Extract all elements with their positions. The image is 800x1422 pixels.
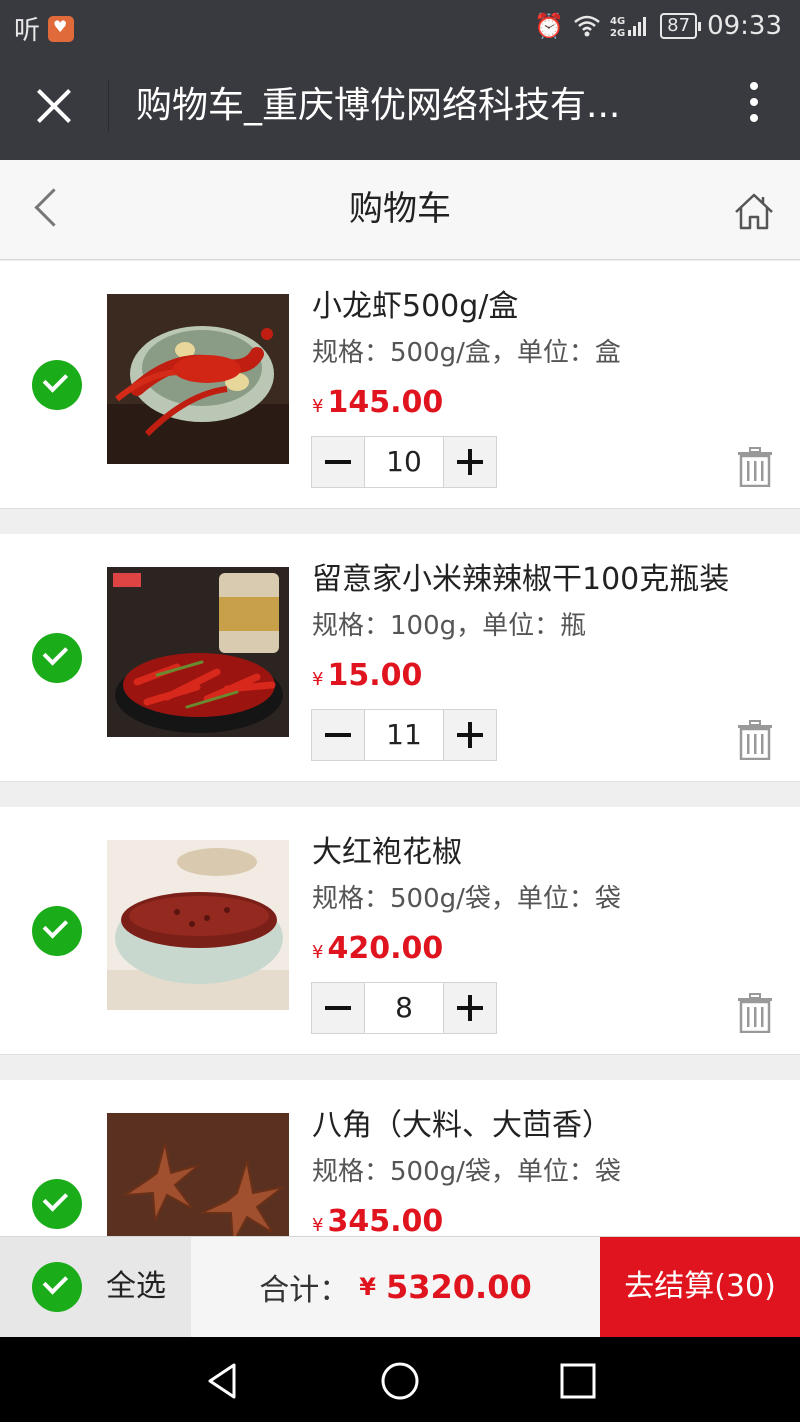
- total-summary: 合计： ¥ 5320.00: [191, 1237, 600, 1337]
- total-amount: 5320.00: [385, 1268, 532, 1306]
- currency-symbol: ¥: [312, 942, 324, 963]
- cart-item: 留意家小米辣辣椒干100克瓶装 规格：100g，单位：瓶 ¥15.00 11: [0, 534, 800, 782]
- item-checkbox[interactable]: [32, 1179, 82, 1229]
- svg-text:2G: 2G: [610, 28, 625, 38]
- product-name[interactable]: 八角（大料、大茴香）: [312, 1106, 612, 1146]
- checkout-button[interactable]: 去结算(30): [600, 1237, 800, 1337]
- recents-square-icon[interactable]: [554, 1357, 602, 1405]
- product-spec: 规格：500g/袋，单位：袋: [312, 884, 621, 914]
- cellular-signal-icon: 4G 2G: [610, 16, 647, 38]
- system-nav-bar: [0, 1337, 800, 1422]
- currency-symbol: ¥: [312, 1215, 324, 1236]
- total-currency: ¥: [359, 1273, 376, 1301]
- home-circle-icon[interactable]: [376, 1357, 424, 1405]
- cart-item: 八角（大料、大茴香） 规格：500g/袋，单位：袋 ¥345.00: [0, 1080, 800, 1236]
- cart-item: 大红袍花椒 规格：500g/袋，单位：袋 ¥420.00 8: [0, 807, 800, 1055]
- price-amount: 15.00: [327, 658, 423, 693]
- notification-app-icon: [48, 15, 75, 42]
- product-price: ¥145.00: [312, 385, 443, 420]
- wifi-icon: [574, 15, 600, 37]
- product-image-star-anise[interactable]: [107, 1113, 289, 1236]
- product-image-sichuan-pepper[interactable]: [107, 840, 289, 1010]
- quantity-stepper: 8: [311, 982, 497, 1034]
- quantity-stepper: 10: [311, 436, 497, 488]
- quantity-value[interactable]: 11: [364, 710, 444, 760]
- select-all-checkbox[interactable]: [32, 1262, 82, 1312]
- product-image-dried-chili[interactable]: [107, 567, 289, 737]
- item-checkbox[interactable]: [32, 906, 82, 956]
- increase-quantity-button[interactable]: [444, 983, 496, 1033]
- item-checkbox[interactable]: [32, 360, 82, 410]
- item-checkbox[interactable]: [32, 633, 82, 683]
- cart-footer: 全选 合计： ¥ 5320.00 去结算(30): [0, 1236, 800, 1337]
- status-left: 听: [14, 10, 75, 47]
- cart-list: 小龙虾500g/盒 规格：500g/盒，单位：盒 ¥145.00 10 留意家小…: [0, 261, 800, 1236]
- decrease-quantity-button[interactable]: [312, 983, 364, 1033]
- page-header: 购物车: [0, 160, 800, 260]
- trash-icon[interactable]: [736, 720, 774, 760]
- quantity-value[interactable]: 8: [364, 983, 444, 1033]
- price-amount: 345.00: [327, 1204, 444, 1236]
- product-price: ¥420.00: [312, 931, 443, 966]
- product-name[interactable]: 小龙虾500g/盒: [312, 287, 518, 327]
- quantity-value[interactable]: 10: [364, 437, 444, 487]
- more-options-icon[interactable]: [744, 82, 764, 132]
- increase-quantity-button[interactable]: [444, 710, 496, 760]
- webview-titlebar: 购物车_重庆博优网络科技有...: [0, 52, 800, 160]
- titlebar-divider: [108, 80, 109, 132]
- select-all-toggle[interactable]: 全选: [0, 1237, 191, 1337]
- increase-quantity-button[interactable]: [444, 437, 496, 487]
- product-image-crayfish[interactable]: [107, 294, 289, 464]
- trash-icon[interactable]: [736, 447, 774, 487]
- product-price: ¥345.00: [312, 1204, 443, 1236]
- total-label: 合计：: [259, 1273, 350, 1308]
- product-spec: 规格：500g/盒，单位：盒: [312, 338, 621, 368]
- price-amount: 145.00: [327, 385, 444, 420]
- status-bar: 听 ⏰ 4G 2G 87 09:33: [0, 0, 800, 52]
- close-icon[interactable]: [28, 80, 80, 132]
- product-spec: 规格：500g/袋，单位：袋: [312, 1157, 621, 1187]
- product-name[interactable]: 大红袍花椒: [312, 833, 462, 873]
- trash-icon[interactable]: [736, 993, 774, 1033]
- ting-app-icon: 听: [14, 16, 41, 46]
- select-all-label: 全选: [106, 1269, 166, 1304]
- home-icon[interactable]: [732, 190, 776, 234]
- alarm-icon: ⏰: [534, 12, 565, 40]
- price-amount: 420.00: [327, 931, 444, 966]
- webview-title: 购物车_重庆博优网络科技有...: [136, 85, 621, 126]
- status-right: ⏰ 4G 2G 87 09:33: [534, 11, 782, 41]
- quantity-stepper: 11: [311, 709, 497, 761]
- product-price: ¥15.00: [312, 658, 422, 693]
- clock: 09:33: [707, 11, 782, 41]
- currency-symbol: ¥: [312, 396, 324, 417]
- svg-text:4G: 4G: [610, 16, 625, 27]
- cart-item: 小龙虾500g/盒 规格：500g/盒，单位：盒 ¥145.00 10: [0, 261, 800, 509]
- product-name[interactable]: 留意家小米辣辣椒干100克瓶装: [312, 560, 729, 600]
- decrease-quantity-button[interactable]: [312, 710, 364, 760]
- page-title: 购物车: [349, 189, 451, 229]
- product-spec: 规格：100g，单位：瓶: [312, 611, 587, 641]
- back-triangle-icon[interactable]: [198, 1357, 246, 1405]
- currency-symbol: ¥: [312, 669, 324, 690]
- decrease-quantity-button[interactable]: [312, 437, 364, 487]
- battery-indicator: 87: [660, 13, 701, 39]
